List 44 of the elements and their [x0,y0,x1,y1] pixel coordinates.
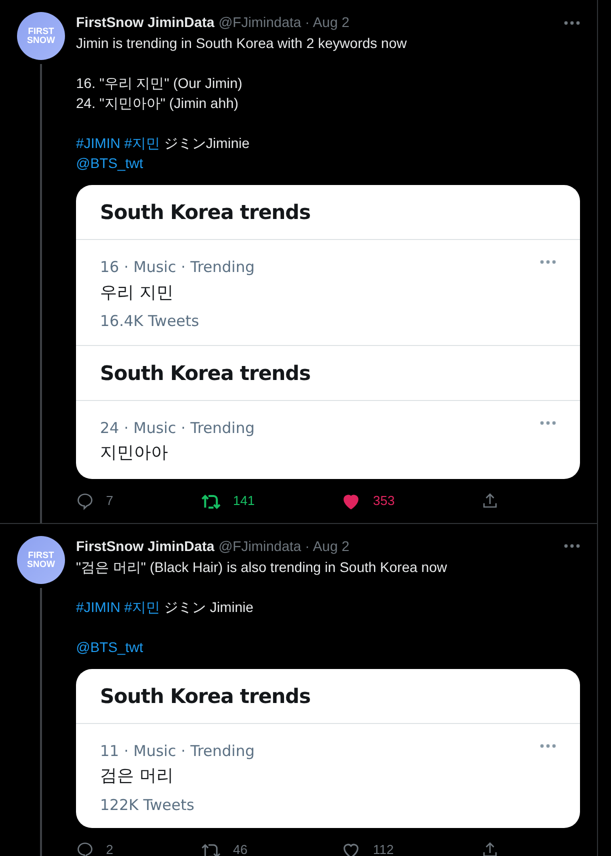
card-title: South Korea trends [100,682,312,710]
tweet-text: Jimin is trending in South Korea with 2 keywords now [76,34,408,53]
tweet-text: #JIMIN #지민 ジミンJiminie [76,134,251,153]
hashtag-link[interactable]: #JIMIN [76,135,120,151]
author-handle: @FJimindata · Aug 2 [218,536,350,556]
hashtag-link[interactable]: @BTS_twt [76,155,144,171]
hashtag-link[interactable]: #지민 [124,598,160,614]
author-handle: @FJimindata · Aug 2 [218,13,350,32]
tweet-text: 24. "지민아아" (Jimin ahh) [76,94,240,113]
more-icon[interactable] [540,260,556,264]
trends-card[interactable]: South Korea trends 16 · Music · Trending 우리 지민 16.4K Tweets South Korea trends 24 · Music · Trending 지민아아 [76,185,580,478]
share-icon[interactable] [481,841,499,856]
trends-card[interactable]: South Korea trends 11 · Music · Trending 검은 머리 122K Tweets [76,668,580,828]
trend-topic[interactable]: 지민아아 [100,441,556,466]
author-name[interactable]: FirstSnow JiminData [76,12,214,33]
trend-topic[interactable]: 우리 지민 [100,280,556,306]
trend-meta: 16 · Music · Trending [100,257,255,278]
retweet-count: 141 [233,492,255,510]
like-count: 112 [373,841,394,856]
like-count: 353 [373,492,395,510]
tweet-text: 16. "우리 지민" (Our Jimin) [76,74,244,93]
card-title: South Korea trends [100,199,312,226]
retweet-count: 46 [233,841,248,856]
hashtag-link[interactable]: #지민 [124,135,160,151]
tweet-count: 16.4K Tweets [100,311,200,332]
hashtag-link[interactable]: @BTS_twt [76,638,144,654]
author-name[interactable]: FirstSnow JiminData [76,536,214,556]
more-icon[interactable] [540,744,556,748]
card-title: South Korea trends [100,360,312,386]
trend-meta: 24 · Music · Trending [100,418,255,438]
tweet-count: 122K Tweets [100,794,196,816]
reply-icon[interactable] [76,841,94,856]
reply-count: 2 [106,841,114,856]
more-icon[interactable] [540,420,556,424]
reply-icon[interactable] [76,492,94,510]
hashtag-link[interactable]: #JIMIN [76,598,120,614]
tweet-text: #JIMIN #지민 ジミン Jiminie [76,598,254,616]
more-icon[interactable] [564,544,580,548]
trend-meta: 11 · Music · Trending [100,740,255,762]
reply-count: 7 [106,492,114,510]
share-icon[interactable] [481,492,499,510]
trend-topic[interactable]: 검은 머리 [100,764,556,790]
more-icon[interactable] [564,20,580,24]
tweet-text: "검은 머리" (Black Hair) is also trending in South Korea now [76,558,448,576]
